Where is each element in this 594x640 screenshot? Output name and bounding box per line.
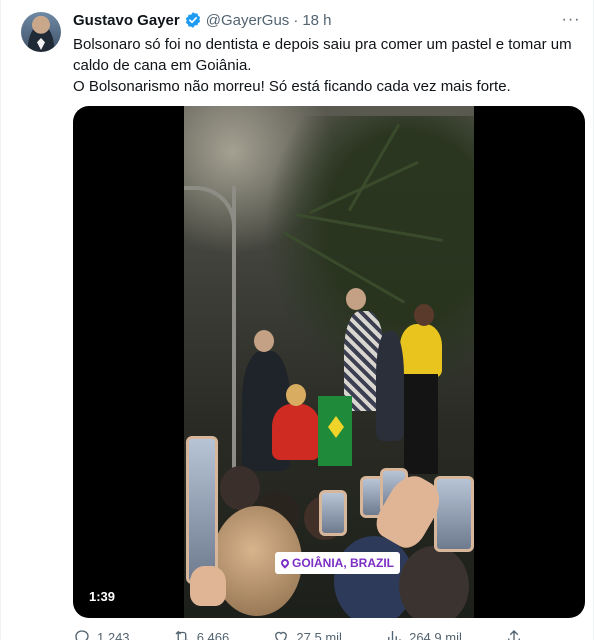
person-head — [346, 288, 366, 310]
views-count: 264,9 mil — [409, 629, 462, 640]
tweet-text-line-2: O Bolsonarismo não morreu! Só está fican… — [73, 78, 511, 95]
views-button[interactable]: 264,9 mil — [385, 628, 462, 640]
verified-badge-icon — [185, 12, 200, 28]
crowd-head — [399, 546, 469, 618]
more-options-icon[interactable]: ··· — [559, 9, 583, 31]
person-head — [286, 384, 306, 406]
video-player[interactable]: GOIÂNIA, BRAZIL 1:39 — [73, 106, 585, 618]
avatar[interactable] — [21, 12, 61, 52]
video-duration: 1:39 — [89, 589, 116, 604]
location-pin-icon — [279, 557, 291, 569]
reply-icon — [75, 630, 89, 640]
person-black-pants — [404, 374, 438, 474]
views-icon — [388, 631, 401, 640]
tweet-actions: 1.243 6.466 27,5 mil 264,9 mil — [73, 628, 523, 640]
raised-phone — [319, 490, 347, 536]
raised-phone — [186, 436, 218, 584]
tweet-text-line-1: Bolsonaro só foi no dentista e depois sa… — [73, 36, 572, 74]
reply-button[interactable]: 1.243 — [73, 628, 130, 640]
heart-icon — [275, 631, 288, 640]
person-head — [254, 330, 274, 352]
person-grey-shirt — [376, 331, 404, 441]
video-frame: GOIÂNIA, BRAZIL — [184, 106, 474, 618]
tweet[interactable]: Gustavo Gayer @GayerGus · 18 h ··· Bolso… — [0, 0, 594, 640]
like-button[interactable]: 27,5 mil — [272, 628, 342, 640]
location-tag: GOIÂNIA, BRAZIL — [275, 552, 400, 574]
like-count: 27,5 mil — [296, 629, 342, 640]
raised-phone — [434, 476, 474, 552]
retweet-count: 6.466 — [196, 629, 230, 640]
retweet-button[interactable]: 6.466 — [173, 628, 230, 640]
location-label: GOIÂNIA, BRAZIL — [292, 556, 394, 570]
share-button[interactable] — [505, 628, 523, 640]
retweet-icon — [175, 630, 188, 640]
raised-hand — [190, 566, 226, 606]
tweet-timestamp[interactable]: 18 h — [302, 12, 331, 29]
share-icon — [508, 630, 520, 640]
person-head — [414, 304, 434, 326]
brazil-flag — [318, 396, 352, 466]
tweet-text: Bolsonaro só foi no dentista e depois sa… — [73, 34, 583, 97]
person-yellow-shirt — [400, 324, 442, 378]
reply-count: 1.243 — [97, 629, 130, 640]
person-red-shirt — [272, 404, 320, 460]
author-handle[interactable]: @GayerGus — [206, 12, 290, 29]
tweet-header: Gustavo Gayer @GayerGus · 18 h — [73, 10, 332, 30]
separator-dot: · — [293, 11, 299, 29]
crowd-head — [220, 466, 260, 510]
author-name[interactable]: Gustavo Gayer — [73, 12, 180, 29]
lamppost — [232, 186, 236, 486]
